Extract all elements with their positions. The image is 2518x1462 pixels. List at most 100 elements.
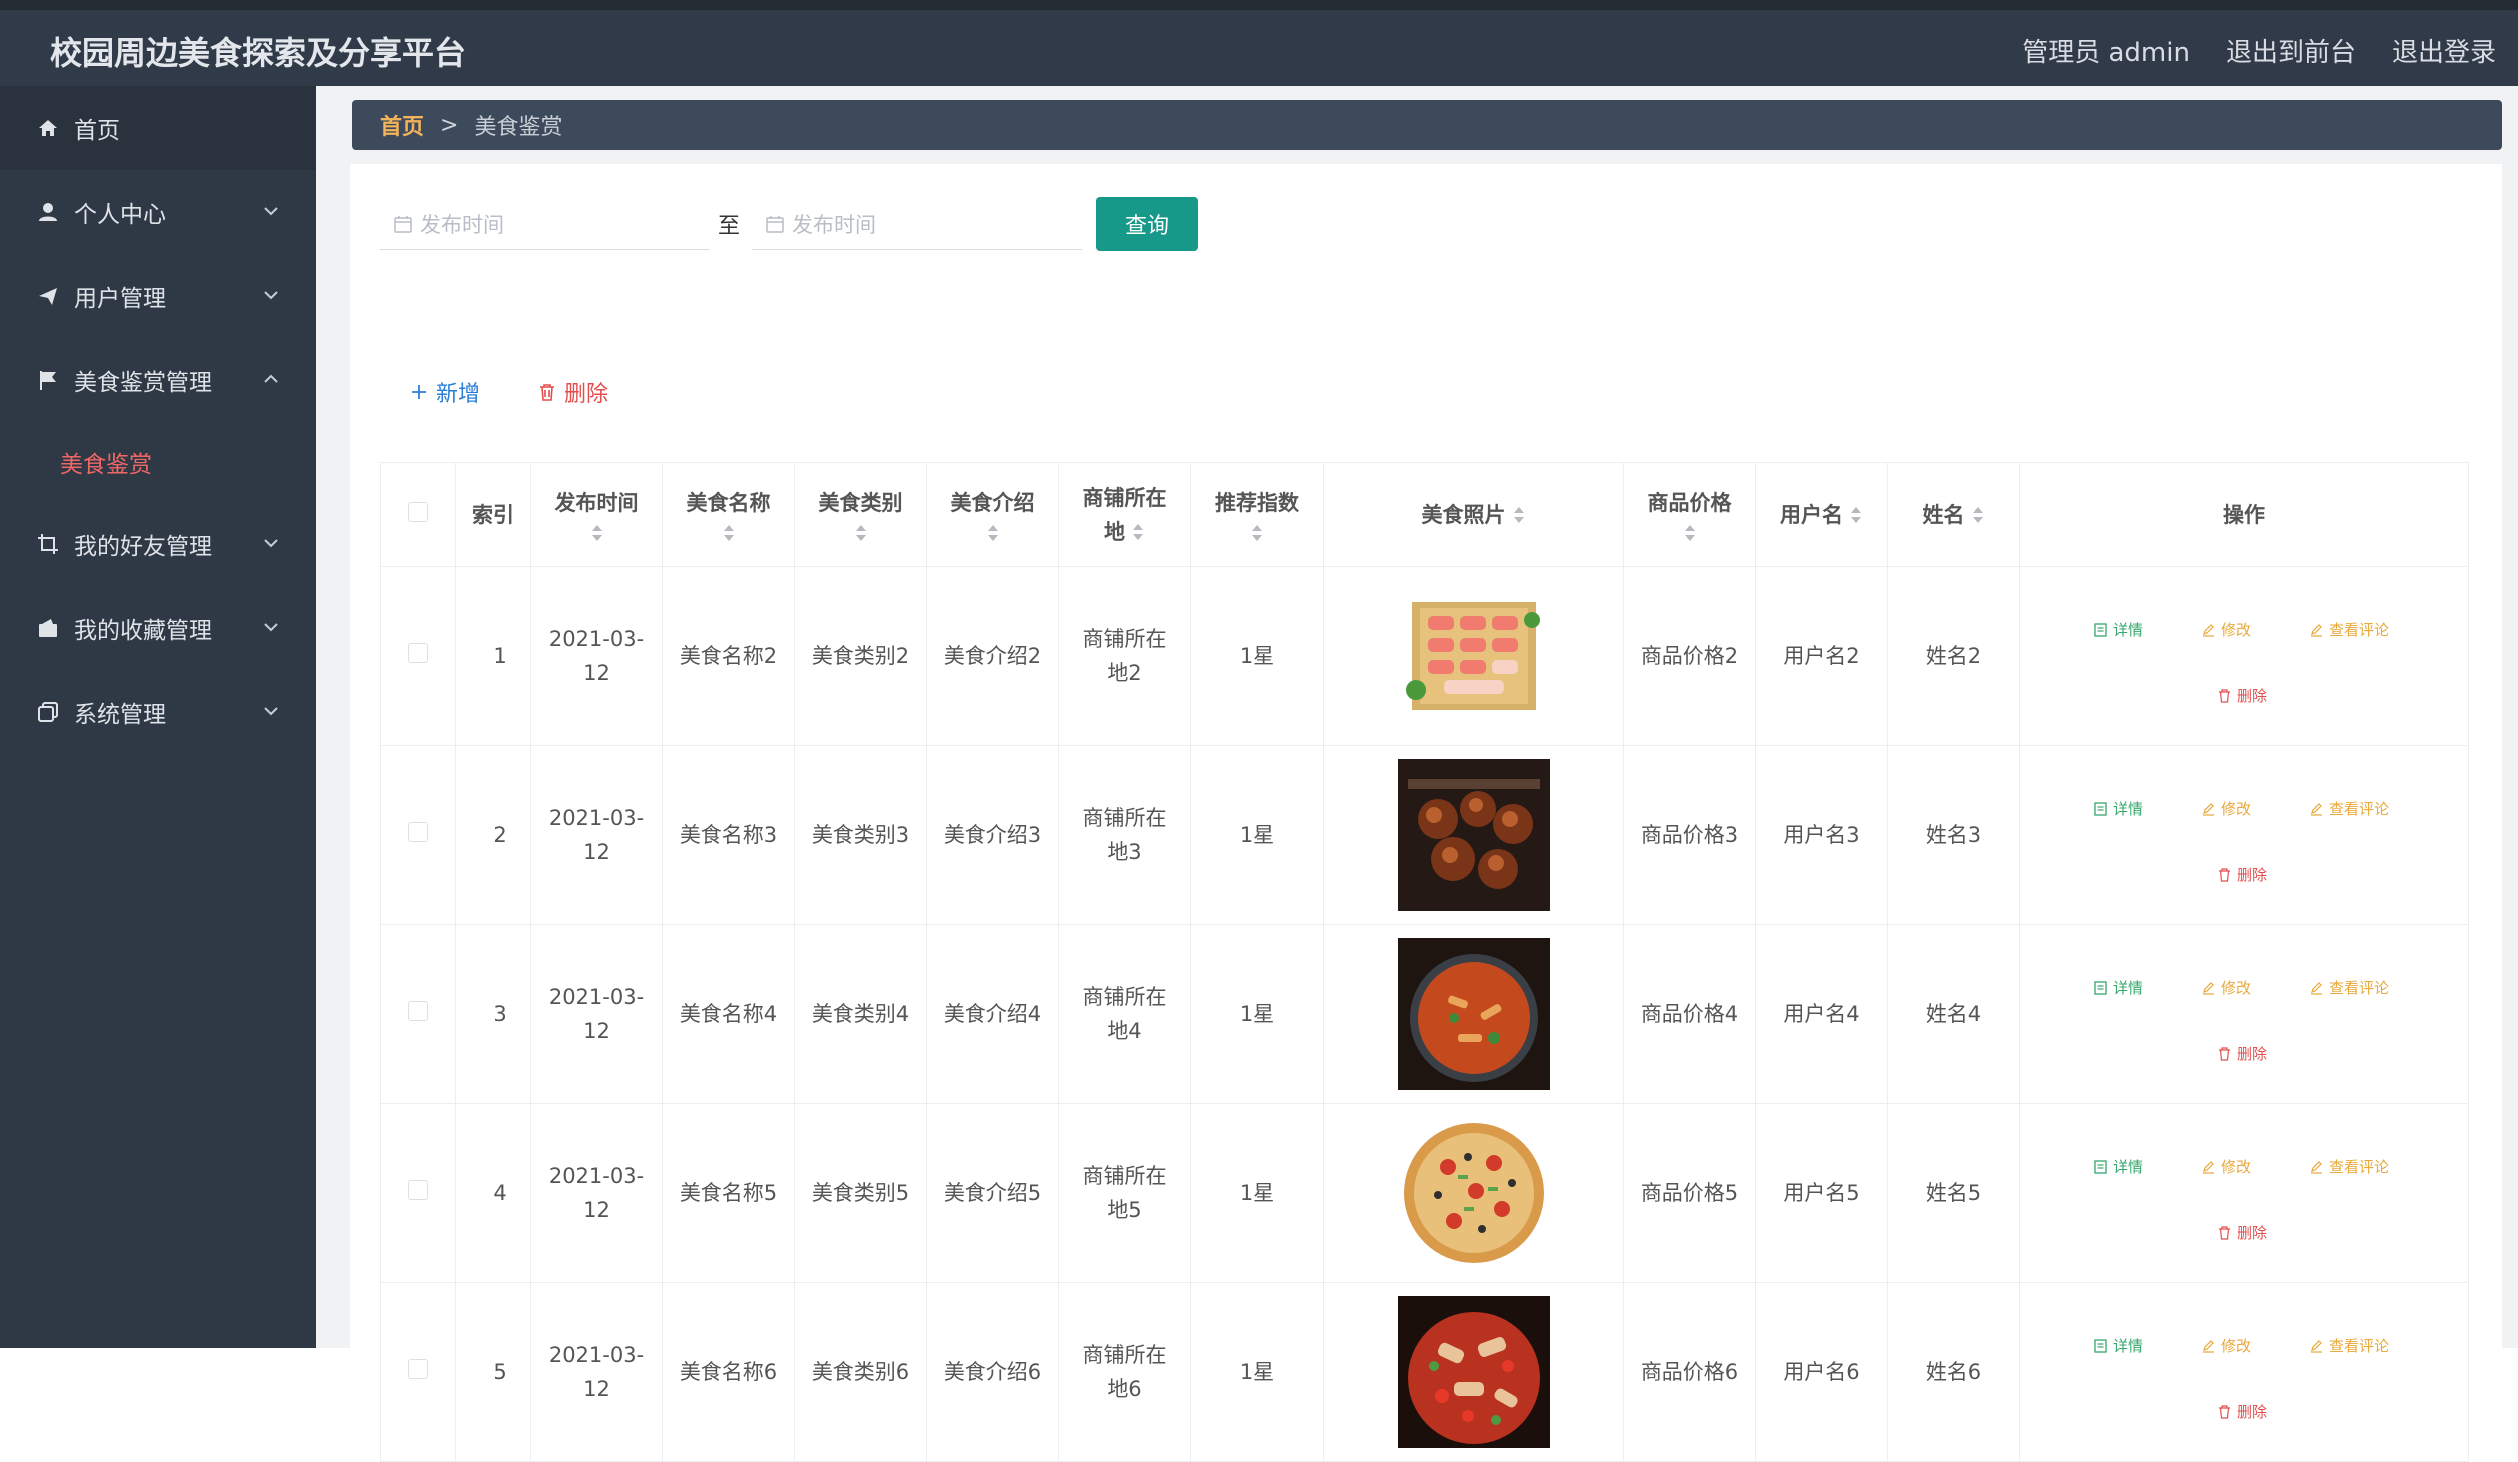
header-username[interactable]: 用户名 [1755,462,1888,567]
cell-rating: 1星 [1190,1282,1324,1462]
food-photo[interactable] [1324,1296,1623,1448]
header-name[interactable]: 美食名称 [662,462,795,567]
sort-icon[interactable] [1512,506,1526,526]
detail-button[interactable]: 详情 [2094,792,2143,826]
edit-button[interactable]: 修改 [2202,971,2251,1005]
sort-icon[interactable] [722,524,736,544]
chevron-down-icon [264,207,278,216]
header-category[interactable]: 美食类别 [794,462,927,567]
row-checkbox[interactable] [408,643,428,663]
view-comments-button[interactable]: 查看评论 [2310,1150,2389,1184]
sort-icon[interactable] [854,524,868,544]
food-photo[interactable] [1324,938,1623,1090]
query-button[interactable]: 查询 [1096,197,1199,251]
add-button[interactable]: 新增 [410,376,480,408]
sidebar-item-favorites-management[interactable]: 我的收藏管理 [0,586,316,670]
row-delete-button[interactable]: 删除 [2218,1395,2267,1429]
content-panel: 发布时间 至 发布时间 查询 新增 删除 索引 发布时间 美食名称 美食类别 美… [350,164,2502,1462]
sidebar-item-user-management[interactable]: 用户管理 [0,254,316,338]
header-photo[interactable]: 美食照片 [1323,462,1624,567]
detail-label: 详情 [2113,1337,2144,1355]
header-price[interactable]: 商品价格 [1623,462,1756,567]
sort-icon[interactable] [1971,506,1985,526]
exit-to-front-link[interactable]: 退出到前台 [2226,32,2356,69]
rating-value: 1星 [1239,1002,1275,1026]
row-select-cell [380,1282,456,1462]
cell-name: 美食名称2 [662,566,795,746]
row-checkbox[interactable] [408,1180,428,1200]
batch-delete-button[interactable]: 删除 [538,376,608,408]
edit-button[interactable]: 修改 [2202,613,2251,647]
wallet-icon [36,616,60,640]
shop-line-2: 地5 [1107,1198,1142,1222]
view-comments-label: 查看评论 [2329,1158,2390,1176]
table-row[interactable]: 2 2021-03- 12 美食名称3 美食类别3 美食介绍3 商铺所在 地3 1星… [380,745,2469,925]
row-delete-button[interactable]: 删除 [2218,1037,2267,1071]
category-value: 美食类别4 [811,1002,910,1026]
logout-link[interactable]: 退出登录 [2392,32,2496,69]
sidebar-item-system-management[interactable]: 系统管理 [0,670,316,754]
sort-icon[interactable] [1849,506,1863,526]
select-all-checkbox[interactable] [408,501,428,522]
detail-button[interactable]: 详情 [2094,1329,2143,1363]
sidebar-item-personal-center[interactable]: 个人中心 [0,170,316,254]
view-comments-button[interactable]: 查看评论 [2310,613,2389,647]
category-value: 美食类别6 [811,1360,910,1384]
cell-category: 美食类别2 [794,566,927,746]
edit-button[interactable]: 修改 [2202,1329,2251,1363]
trash-icon [2219,1226,2230,1240]
food-photo[interactable] [1324,580,1623,732]
cell-realname: 姓名4 [1887,924,2020,1104]
sort-icon[interactable] [986,524,1000,544]
view-comments-button[interactable]: 查看评论 [2310,792,2389,826]
header-realname[interactable]: 姓名 [1887,462,2020,567]
edit-button[interactable]: 修改 [2202,792,2251,826]
start-date-input[interactable]: 发布时间 [380,198,710,250]
header-rating[interactable]: 推荐指数 [1190,462,1324,567]
edit-button[interactable]: 修改 [2202,1150,2251,1184]
view-comments-button[interactable]: 查看评论 [2310,971,2389,1005]
detail-button[interactable]: 详情 [2094,613,2143,647]
rating-value: 1星 [1239,823,1275,847]
sort-icon[interactable] [1683,524,1697,544]
row-checkbox[interactable] [408,822,428,842]
intro-value: 美食介绍2 [943,644,1042,668]
row-delete-button[interactable]: 删除 [2218,679,2267,713]
food-photo[interactable] [1324,1117,1623,1269]
sidebar-item-label: 首页 [74,118,120,144]
row-delete-button[interactable]: 删除 [2218,858,2267,892]
header-label: 操作 [2223,502,2265,527]
cell-username: 用户名6 [1755,1282,1888,1462]
cell-category: 美食类别4 [794,924,927,1104]
view-comments-button[interactable]: 查看评论 [2310,1329,2389,1363]
detail-button[interactable]: 详情 [2094,971,2143,1005]
sidebar-item-food-review-management[interactable]: 美食鉴赏管理 [0,338,316,422]
cell-index: 4 [455,1103,531,1283]
table-row[interactable]: 1 2021-03- 12 美食名称2 美食类别2 美食介绍2 商铺所在 地2 1星… [380,566,2469,746]
cell-operations: 详情 修改 查看评论 删除 [2019,1282,2469,1462]
header-intro[interactable]: 美食介绍 [926,462,1059,567]
table-row[interactable]: 3 2021-03- 12 美食名称4 美食类别4 美食介绍4 商铺所在 地4 1星… [380,924,2469,1104]
trash-icon [2219,868,2230,882]
table-row[interactable]: 5 2021-03- 12 美食名称6 美食类别6 美食介绍6 商铺所在 地6 1星… [380,1282,2469,1462]
header-publish-time[interactable]: 发布时间 [530,462,663,567]
header-shop-location[interactable]: 商铺所在地 [1058,462,1191,567]
sort-icon[interactable] [1250,524,1264,544]
sort-icon[interactable] [1131,523,1145,543]
cell-operations: 详情 修改 查看评论 删除 [2019,566,2469,746]
sort-icon[interactable] [590,524,604,544]
row-operations: 详情 修改 查看评论 删除 [2020,1283,2468,1461]
food-photo[interactable] [1324,759,1623,911]
breadcrumb-home[interactable]: 首页 [380,109,424,141]
row-checkbox[interactable] [408,1359,428,1379]
table-row[interactable]: 4 2021-03- 12 美食名称5 美食类别5 美食介绍5 商铺所在 地5 1星… [380,1103,2469,1283]
detail-button[interactable]: 详情 [2094,1150,2143,1184]
end-date-input[interactable]: 发布时间 [752,198,1083,250]
row-operations: 详情 修改 查看评论 删除 [2020,567,2468,745]
sidebar-subitem-food-review[interactable]: 美食鉴赏 [0,422,316,502]
admin-label[interactable]: 管理员 admin [2022,32,2190,69]
row-checkbox[interactable] [408,1001,428,1021]
sidebar-item-home[interactable]: 首页 [0,86,316,170]
row-delete-button[interactable]: 删除 [2218,1216,2267,1250]
sidebar-item-friends-management[interactable]: 我的好友管理 [0,502,316,586]
